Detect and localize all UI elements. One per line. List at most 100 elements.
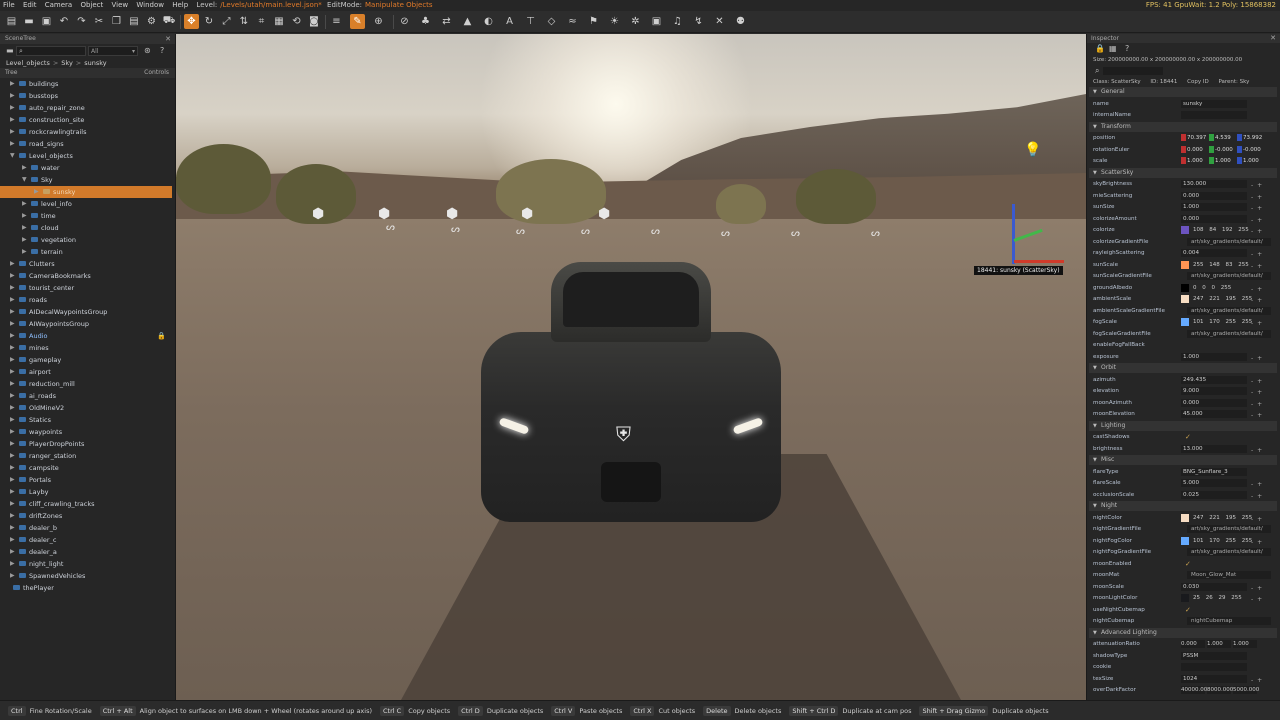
field-value-input[interactable] — [1181, 663, 1247, 671]
field-value-input[interactable]: 0.000 — [1181, 191, 1247, 200]
field-buttons[interactable]: -+ — [1251, 514, 1266, 525]
field-value-input[interactable]: PSSM — [1181, 651, 1247, 660]
vector-input[interactable]: 70.397 4.539 73.992 — [1181, 134, 1265, 142]
color-swatch[interactable] — [1181, 536, 1189, 545]
collapse-icon[interactable]: ▶ — [10, 570, 15, 582]
rotate-icon[interactable]: ↻ — [202, 14, 217, 29]
checkbox[interactable]: ✓ — [1185, 432, 1191, 443]
color-swatch[interactable] — [1181, 260, 1189, 269]
field-buttons[interactable]: -+ — [1251, 215, 1266, 226]
folder-icon[interactable]: ▬ — [6, 46, 14, 55]
color-rgba-values[interactable]: 255 148 83 255 — [1193, 261, 1249, 269]
cut-icon[interactable]: ✂ — [92, 14, 107, 29]
tree-item[interactable]: ▼ Sky — [0, 174, 172, 186]
triple-input[interactable]: 40000.008000.0005000.000 — [1181, 686, 1259, 694]
color-rgba-values[interactable]: 101 170 255 255 — [1193, 318, 1252, 326]
snap-icon[interactable]: ⌗ — [254, 14, 269, 29]
menu-object[interactable]: Object — [77, 0, 106, 11]
x-value[interactable]: 70.397 — [1187, 134, 1209, 142]
tree-item[interactable]: ▶ night_light — [0, 558, 172, 570]
collapse-icon[interactable]: ▶ — [10, 378, 15, 390]
settings-icon[interactable]: ⚙ — [144, 14, 159, 29]
object-icon[interactable]: ⬢ — [521, 206, 533, 222]
plus-icon[interactable]: ⊕ — [371, 14, 386, 29]
tree-item[interactable]: ▶ SpawnedVehicles — [0, 570, 172, 582]
tree-item[interactable]: ▶ cloud — [0, 222, 172, 234]
expand-icon[interactable]: ▼ — [10, 150, 15, 162]
paste-icon[interactable]: ▤ — [127, 14, 142, 29]
breadcrumb-item[interactable]: sunsky — [84, 59, 106, 67]
tree-icon[interactable]: ♣ — [418, 14, 433, 29]
path-marker-icon[interactable]: ᔕ — [871, 228, 880, 239]
river-icon[interactable]: ≈ — [565, 14, 580, 29]
redo-icon[interactable]: ↷ — [74, 14, 89, 29]
collapse-icon[interactable]: ▶ — [10, 534, 15, 546]
collapse-icon[interactable]: ▶ — [34, 186, 39, 198]
sound-icon[interactable]: ♫ — [670, 14, 685, 29]
color-swatch[interactable] — [1181, 226, 1189, 234]
collapse-icon[interactable]: ▶ — [10, 462, 15, 474]
collapse-icon[interactable]: ▶ — [10, 486, 15, 498]
tree-item[interactable]: ▶ waypoints — [0, 426, 172, 438]
undo-icon[interactable]: ↶ — [57, 14, 72, 29]
field-buttons[interactable]: -+ — [1251, 410, 1266, 421]
save-icon[interactable]: ▣ — [39, 14, 54, 29]
collapse-icon[interactable]: ▶ — [10, 546, 15, 558]
path-marker-icon[interactable]: ᔕ — [386, 222, 395, 233]
menu-edit[interactable]: Edit — [20, 0, 40, 11]
collapse-icon[interactable]: ▶ — [10, 366, 15, 378]
help-icon[interactable]: ? — [1125, 44, 1129, 53]
field-buttons[interactable]: -+ — [1251, 180, 1266, 191]
file-path-input[interactable]: art/sky_gradients/default/ — [1187, 306, 1271, 315]
color-rgba-values[interactable]: 101 170 255 255 — [1193, 537, 1252, 545]
tree-item[interactable]: ▶ Portals — [0, 474, 172, 486]
color-swatch[interactable] — [1181, 318, 1189, 326]
path-icon[interactable]: ↯ — [691, 14, 706, 29]
collapse-icon[interactable]: ▶ — [10, 306, 15, 318]
close-icon[interactable]: ✕ — [1270, 34, 1276, 43]
field-value-input[interactable]: 1.000 — [1181, 352, 1247, 361]
field-value-input[interactable]: 130.000 — [1181, 180, 1247, 188]
collapse-icon[interactable]: ▶ — [10, 294, 15, 306]
cube-icon[interactable]: ▣ — [649, 14, 664, 29]
field-buttons[interactable]: -+ — [1251, 387, 1266, 398]
field-buttons[interactable]: -+ — [1251, 295, 1266, 306]
field-value-input[interactable]: 0.000 — [1181, 214, 1247, 223]
collapse-icon[interactable]: ▶ — [22, 162, 27, 174]
help-icon[interactable]: ? — [160, 46, 164, 55]
tree-item[interactable]: ▶ dealer_c — [0, 534, 172, 546]
field-buttons[interactable]: -+ — [1251, 318, 1266, 329]
camera-icon[interactable]: ◙ — [307, 14, 322, 29]
menu-camera[interactable]: Camera — [42, 0, 75, 11]
field-buttons[interactable]: -+ — [1251, 353, 1266, 364]
menu-help[interactable]: Help — [169, 0, 191, 11]
tree-item[interactable]: ▶ AIDecalWaypointsGroup — [0, 306, 172, 318]
field-buttons[interactable]: -+ — [1251, 583, 1266, 594]
vector-input[interactable]: 1.000 1.000 1.000 — [1181, 157, 1265, 165]
collapse-icon[interactable]: ▶ — [22, 198, 27, 210]
align-icon[interactable]: ⇅ — [237, 14, 252, 29]
collapse-icon[interactable]: ▶ — [22, 246, 27, 258]
path-marker-icon[interactable]: ᔕ — [721, 228, 730, 239]
list-icon[interactable]: ≡ — [329, 14, 344, 29]
reset-icon[interactable]: ⟲ — [289, 14, 304, 29]
flag-icon[interactable]: ⚑ — [586, 14, 601, 29]
tree-item[interactable]: ▶ tourist_center — [0, 282, 172, 294]
object-icon[interactable]: ⬢ — [378, 206, 390, 222]
field-buttons[interactable]: -+ — [1251, 479, 1266, 490]
tree-item[interactable]: ▶ dealer_a — [0, 546, 172, 558]
spawn-icon[interactable]: ⚉ — [733, 14, 748, 29]
collapse-icon[interactable]: ▶ — [10, 270, 15, 282]
color-rgba-values[interactable]: 247 221 195 255 — [1193, 295, 1252, 303]
value-b[interactable]: 1.000 — [1207, 640, 1231, 648]
car-icon[interactable]: ⛟ — [162, 14, 177, 29]
color-rgba-values[interactable]: 247 221 195 255 — [1193, 514, 1252, 522]
tree-item[interactable]: ▶ dealer_b — [0, 522, 172, 534]
field-value-input[interactable] — [1181, 111, 1247, 119]
vehicle-marker-icon[interactable]: ⛨ — [616, 422, 631, 446]
path-marker-icon[interactable]: ᔕ — [791, 228, 800, 239]
tree-item[interactable]: thePlayer — [0, 582, 172, 594]
field-buttons[interactable]: -+ — [1251, 226, 1266, 237]
section-header[interactable]: General — [1089, 87, 1277, 97]
path-marker-icon[interactable]: ᔕ — [651, 226, 660, 237]
